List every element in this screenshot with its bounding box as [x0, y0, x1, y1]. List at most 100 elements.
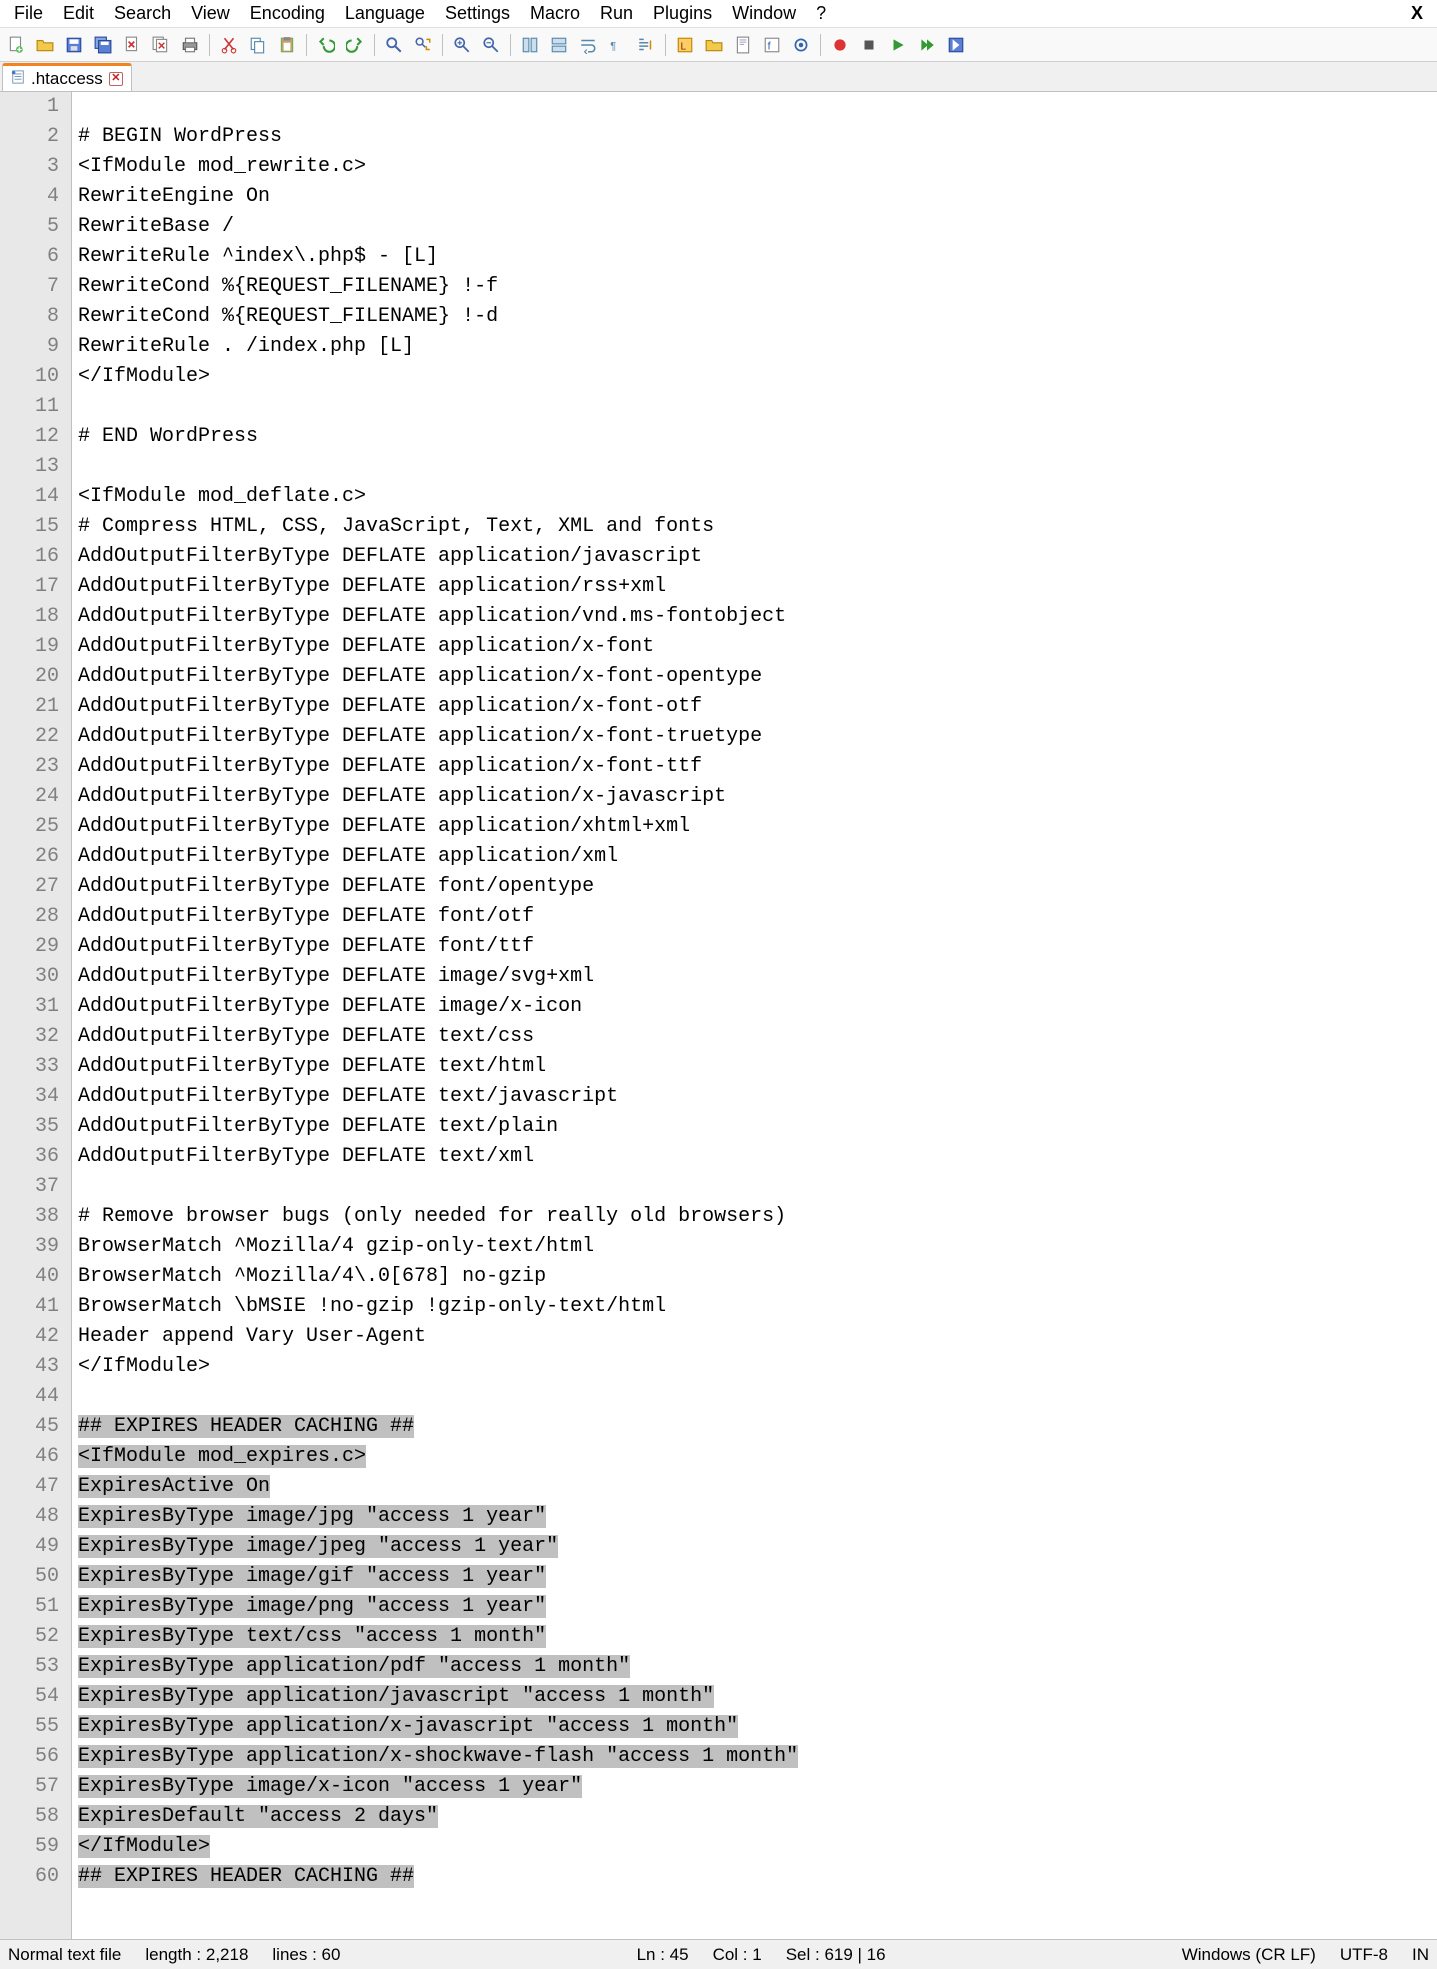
- code-line[interactable]: ExpiresByType image/x-icon "access 1 yea…: [78, 1772, 1437, 1802]
- code-line[interactable]: AddOutputFilterByType DEFLATE applicatio…: [78, 812, 1437, 842]
- window-close-button[interactable]: X: [1401, 1, 1433, 26]
- code-line[interactable]: BrowserMatch ^Mozilla/4\.0[678] no-gzip: [78, 1262, 1437, 1292]
- code-line[interactable]: # Remove browser bugs (only needed for r…: [78, 1202, 1437, 1232]
- code-line[interactable]: BrowserMatch \bMSIE !no-gzip !gzip-only-…: [78, 1292, 1437, 1322]
- monitor-icon[interactable]: [789, 33, 813, 57]
- code-line[interactable]: AddOutputFilterByType DEFLATE applicatio…: [78, 692, 1437, 722]
- code-line[interactable]: AddOutputFilterByType DEFLATE font/opent…: [78, 872, 1437, 902]
- menu-help[interactable]: ?: [806, 1, 836, 26]
- code-line[interactable]: AddOutputFilterByType DEFLATE image/x-ic…: [78, 992, 1437, 1022]
- code-line[interactable]: AddOutputFilterByType DEFLATE font/ttf: [78, 932, 1437, 962]
- save-macro-icon[interactable]: [944, 33, 968, 57]
- code-line[interactable]: <IfModule mod_expires.c>: [78, 1442, 1437, 1472]
- play-icon[interactable]: [886, 33, 910, 57]
- code-line[interactable]: [78, 1172, 1437, 1202]
- code-line[interactable]: RewriteCond %{REQUEST_FILENAME} !-d: [78, 302, 1437, 332]
- code-line[interactable]: # BEGIN WordPress: [78, 122, 1437, 152]
- menu-settings[interactable]: Settings: [435, 1, 520, 26]
- code-line[interactable]: ExpiresByType image/gif "access 1 year": [78, 1562, 1437, 1592]
- code-line[interactable]: AddOutputFilterByType DEFLATE image/svg+…: [78, 962, 1437, 992]
- menu-view[interactable]: View: [181, 1, 240, 26]
- zoom-out-icon[interactable]: [479, 33, 503, 57]
- code-line[interactable]: ExpiresByType image/jpeg "access 1 year": [78, 1532, 1437, 1562]
- menu-file[interactable]: File: [4, 1, 53, 26]
- paste-icon[interactable]: [275, 33, 299, 57]
- code-line[interactable]: [78, 92, 1437, 122]
- menu-macro[interactable]: Macro: [520, 1, 590, 26]
- code-line[interactable]: ## EXPIRES HEADER CACHING ##: [78, 1862, 1437, 1892]
- code-line[interactable]: AddOutputFilterByType DEFLATE applicatio…: [78, 782, 1437, 812]
- code-line[interactable]: AddOutputFilterByType DEFLATE applicatio…: [78, 722, 1437, 752]
- tab-htaccess[interactable]: .htaccess ✕: [2, 63, 132, 91]
- undo-icon[interactable]: [314, 33, 338, 57]
- code-line[interactable]: <IfModule mod_deflate.c>: [78, 482, 1437, 512]
- menu-encoding[interactable]: Encoding: [240, 1, 335, 26]
- new-file-icon[interactable]: [4, 33, 28, 57]
- indent-guide-icon[interactable]: [634, 33, 658, 57]
- code-line[interactable]: RewriteEngine On: [78, 182, 1437, 212]
- code-line[interactable]: AddOutputFilterByType DEFLATE text/css: [78, 1022, 1437, 1052]
- code-line[interactable]: # Compress HTML, CSS, JavaScript, Text, …: [78, 512, 1437, 542]
- tab-close-button[interactable]: ✕: [109, 72, 123, 86]
- doc-map-icon[interactable]: [731, 33, 755, 57]
- menu-edit[interactable]: Edit: [53, 1, 104, 26]
- sync-vert-icon[interactable]: [518, 33, 542, 57]
- copy-icon[interactable]: [246, 33, 270, 57]
- code-line[interactable]: <IfModule mod_rewrite.c>: [78, 152, 1437, 182]
- code-line[interactable]: ExpiresByType application/pdf "access 1 …: [78, 1652, 1437, 1682]
- code-line[interactable]: [78, 452, 1437, 482]
- code-line[interactable]: AddOutputFilterByType DEFLATE applicatio…: [78, 752, 1437, 782]
- code-line[interactable]: Header append Vary User-Agent: [78, 1322, 1437, 1352]
- code-line[interactable]: AddOutputFilterByType DEFLATE text/xml: [78, 1142, 1437, 1172]
- code-line[interactable]: RewriteCond %{REQUEST_FILENAME} !-f: [78, 272, 1437, 302]
- code-line[interactable]: ExpiresByType image/jpg "access 1 year": [78, 1502, 1437, 1532]
- open-file-icon[interactable]: [33, 33, 57, 57]
- code-line[interactable]: ExpiresActive On: [78, 1472, 1437, 1502]
- cut-icon[interactable]: [217, 33, 241, 57]
- code-line[interactable]: RewriteRule . /index.php [L]: [78, 332, 1437, 362]
- code-line[interactable]: RewriteRule ^index\.php$ - [L]: [78, 242, 1437, 272]
- code-line[interactable]: ExpiresByType image/png "access 1 year": [78, 1592, 1437, 1622]
- save-all-icon[interactable]: [91, 33, 115, 57]
- close-file-icon[interactable]: [120, 33, 144, 57]
- menu-language[interactable]: Language: [335, 1, 435, 26]
- wrap-icon[interactable]: [576, 33, 600, 57]
- code-line[interactable]: AddOutputFilterByType DEFLATE text/javas…: [78, 1082, 1437, 1112]
- code-line[interactable]: AddOutputFilterByType DEFLATE text/plain: [78, 1112, 1437, 1142]
- code-area[interactable]: # BEGIN WordPress<IfModule mod_rewrite.c…: [72, 92, 1437, 1939]
- code-line[interactable]: RewriteBase /: [78, 212, 1437, 242]
- stop-icon[interactable]: [857, 33, 881, 57]
- code-line[interactable]: </IfModule>: [78, 362, 1437, 392]
- code-line[interactable]: [78, 392, 1437, 422]
- code-line[interactable]: ExpiresByType application/x-shockwave-fl…: [78, 1742, 1437, 1772]
- code-line[interactable]: AddOutputFilterByType DEFLATE applicatio…: [78, 662, 1437, 692]
- code-line[interactable]: AddOutputFilterByType DEFLATE applicatio…: [78, 542, 1437, 572]
- code-line[interactable]: ExpiresByType application/javascript "ac…: [78, 1682, 1437, 1712]
- code-line[interactable]: ExpiresByType text/css "access 1 month": [78, 1622, 1437, 1652]
- menu-run[interactable]: Run: [590, 1, 643, 26]
- udl-icon[interactable]: L: [673, 33, 697, 57]
- find-icon[interactable]: [382, 33, 406, 57]
- code-line[interactable]: </IfModule>: [78, 1352, 1437, 1382]
- folder-icon[interactable]: [702, 33, 726, 57]
- code-line[interactable]: AddOutputFilterByType DEFLATE applicatio…: [78, 632, 1437, 662]
- code-line[interactable]: AddOutputFilterByType DEFLATE font/otf: [78, 902, 1437, 932]
- menu-plugins[interactable]: Plugins: [643, 1, 722, 26]
- code-line[interactable]: AddOutputFilterByType DEFLATE text/html: [78, 1052, 1437, 1082]
- editor[interactable]: 1234567891011121314151617181920212223242…: [0, 92, 1437, 1939]
- close-all-icon[interactable]: [149, 33, 173, 57]
- zoom-in-icon[interactable]: [450, 33, 474, 57]
- code-line[interactable]: ## EXPIRES HEADER CACHING ##: [78, 1412, 1437, 1442]
- code-line[interactable]: ExpiresByType application/x-javascript "…: [78, 1712, 1437, 1742]
- code-line[interactable]: AddOutputFilterByType DEFLATE applicatio…: [78, 572, 1437, 602]
- record-icon[interactable]: [828, 33, 852, 57]
- code-line[interactable]: AddOutputFilterByType DEFLATE applicatio…: [78, 602, 1437, 632]
- status-eol[interactable]: Windows (CR LF): [1182, 1945, 1316, 1965]
- status-encoding[interactable]: UTF-8: [1340, 1945, 1388, 1965]
- print-icon[interactable]: [178, 33, 202, 57]
- redo-icon[interactable]: [343, 33, 367, 57]
- code-line[interactable]: </IfModule>: [78, 1832, 1437, 1862]
- menu-search[interactable]: Search: [104, 1, 181, 26]
- code-line[interactable]: [78, 1382, 1437, 1412]
- replace-icon[interactable]: [411, 33, 435, 57]
